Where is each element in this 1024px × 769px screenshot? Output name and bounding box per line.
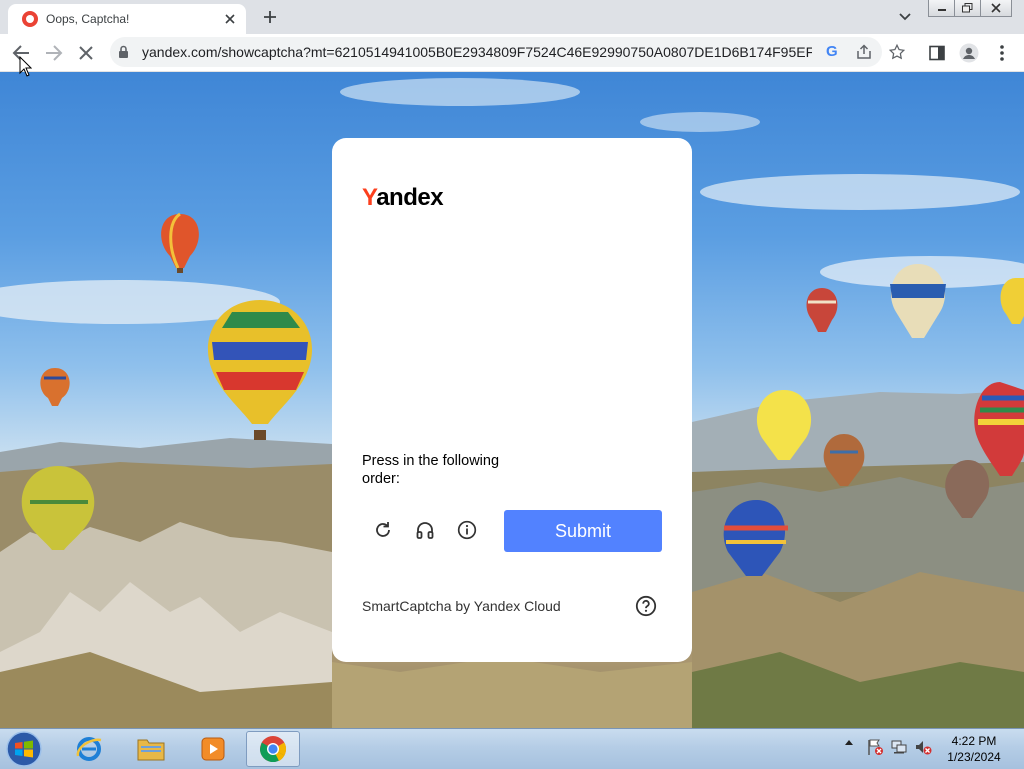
restore-icon[interactable] bbox=[955, 0, 981, 17]
windows-logo-icon bbox=[6, 731, 42, 767]
refresh-icon[interactable] bbox=[369, 516, 397, 544]
window-close-icon[interactable] bbox=[981, 0, 1012, 17]
captcha-instruction: Press in the following order: bbox=[362, 453, 500, 487]
system-clock[interactable]: 4:22 PM 1/23/2024 bbox=[938, 733, 1010, 765]
side-panel-icon[interactable] bbox=[924, 40, 950, 66]
tab-title: Oops, Captcha! bbox=[46, 12, 130, 26]
smartcaptcha-footer: SmartCaptcha by Yandex Cloud bbox=[362, 598, 561, 614]
submit-button[interactable]: Submit bbox=[504, 510, 662, 552]
address-bar[interactable]: yandex.com/showcaptcha?mt=6210514941005B… bbox=[110, 37, 906, 67]
internet-explorer-icon[interactable] bbox=[62, 731, 116, 767]
url-text[interactable]: yandex.com/showcaptcha?mt=6210514941005B… bbox=[142, 44, 812, 60]
forward-icon[interactable] bbox=[41, 40, 67, 66]
close-tab-icon[interactable] bbox=[222, 11, 238, 27]
chrome-icon[interactable] bbox=[246, 731, 300, 767]
tab-search-icon[interactable] bbox=[894, 7, 916, 27]
lock-icon[interactable] bbox=[118, 45, 129, 64]
help-icon[interactable] bbox=[634, 594, 658, 618]
yandex-logo: Yandex bbox=[362, 184, 444, 211]
profile-icon[interactable] bbox=[956, 40, 982, 66]
start-button[interactable] bbox=[4, 730, 44, 768]
browser-tab-strip: Oops, Captcha! bbox=[0, 0, 1024, 34]
action-center-flag-icon[interactable] bbox=[866, 738, 884, 756]
share-icon[interactable] bbox=[856, 44, 872, 65]
info-icon[interactable] bbox=[453, 516, 481, 544]
page-viewport: Yandex Press in the following order: Sub… bbox=[0, 72, 1024, 728]
menu-kebab-icon[interactable] bbox=[989, 40, 1015, 66]
captcha-card: Yandex Press in the following order: Sub… bbox=[332, 138, 692, 662]
media-player-icon[interactable] bbox=[186, 731, 240, 767]
yandex-favicon-icon bbox=[22, 11, 38, 27]
clock-time: 4:22 PM bbox=[951, 734, 997, 748]
new-tab-icon[interactable] bbox=[258, 6, 282, 28]
stop-loading-icon[interactable] bbox=[73, 40, 99, 66]
file-explorer-icon[interactable] bbox=[124, 731, 178, 767]
browser-toolbar: yandex.com/showcaptcha?mt=6210514941005B… bbox=[0, 34, 1024, 72]
show-hidden-icons-icon[interactable] bbox=[844, 738, 854, 746]
windows-taskbar: 4:22 PM 1/23/2024 bbox=[0, 728, 1024, 769]
browser-tab[interactable]: Oops, Captcha! bbox=[8, 4, 246, 34]
bookmark-star-icon[interactable] bbox=[888, 43, 906, 66]
volume-muted-icon[interactable] bbox=[914, 738, 932, 756]
mouse-cursor-icon bbox=[19, 55, 33, 82]
network-icon[interactable] bbox=[890, 738, 908, 756]
minimize-icon[interactable] bbox=[928, 0, 955, 17]
headphones-icon[interactable] bbox=[411, 516, 439, 544]
window-controls bbox=[928, 0, 1012, 18]
clock-date: 1/23/2024 bbox=[947, 750, 1001, 764]
google-lens-icon[interactable]: G bbox=[826, 43, 838, 60]
